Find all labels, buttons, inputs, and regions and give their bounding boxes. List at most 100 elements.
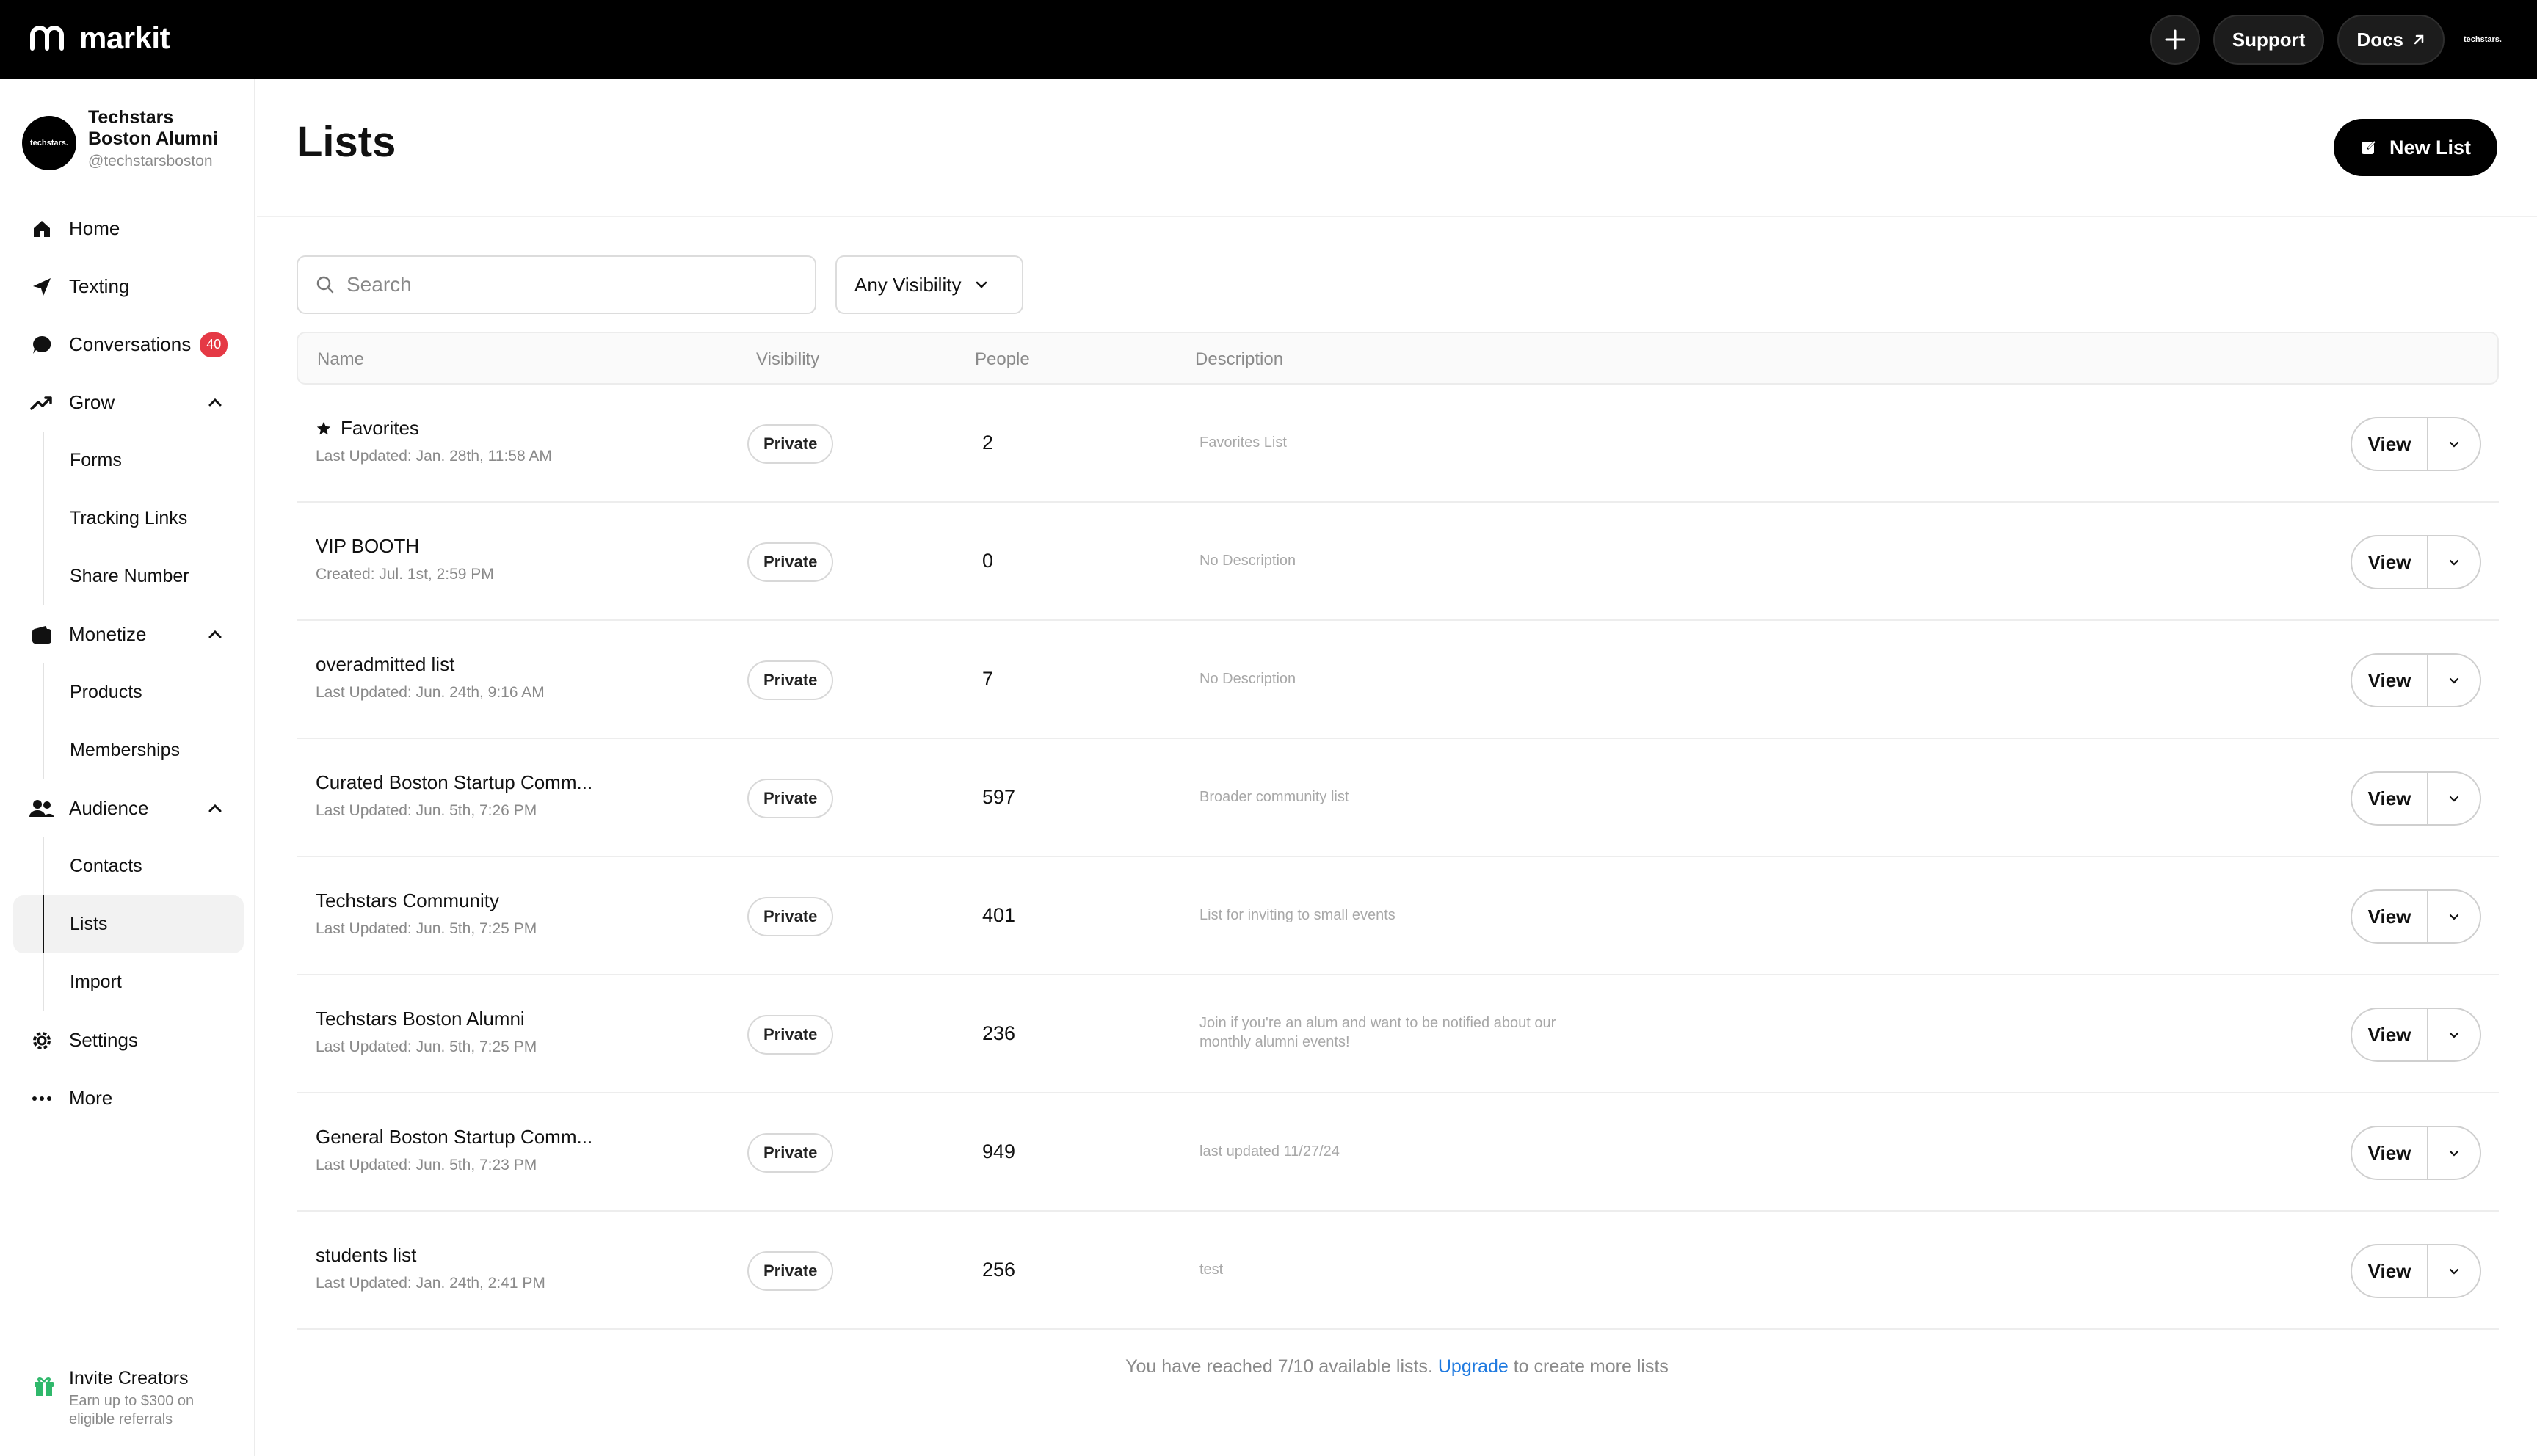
invite-subtitle: Earn up to $300 on eligible referrals <box>69 1393 195 1427</box>
invite-creators[interactable]: Invite Creators Earn up to $300 on eligi… <box>32 1368 231 1429</box>
sidebar-item-grow[interactable]: Grow <box>13 374 244 432</box>
people-count: 7 <box>982 668 994 690</box>
list-name[interactable]: Techstars Community <box>316 889 499 912</box>
table-row[interactable]: Techstars Community Last Updated: Jun. 5t… <box>297 857 2499 975</box>
list-name[interactable]: Curated Boston Startup Comm... <box>316 771 592 794</box>
table-row[interactable]: Favorites Last Updated: Jan. 28th, 11:58 … <box>297 385 2499 503</box>
search-icon <box>316 276 334 294</box>
people-count: 0 <box>982 550 994 572</box>
visibility-badge: Private <box>747 1251 834 1291</box>
list-name[interactable]: General Boston Startup Comm... <box>316 1126 592 1149</box>
upgrade-link[interactable]: Upgrade <box>1438 1356 1509 1377</box>
new-list-button[interactable]: New List <box>2333 119 2497 176</box>
account-avatar: techstars. <box>22 116 76 170</box>
sidebar-item-conversations[interactable]: Conversations 40 <box>13 316 244 374</box>
external-link-icon <box>2414 34 2424 45</box>
visibility-filter-dropdown[interactable]: Any Visibility <box>835 255 1023 314</box>
sidebar-item-label: Tracking Links <box>70 508 188 528</box>
people-icon <box>29 796 54 821</box>
gift-icon <box>35 1377 54 1396</box>
sidebar-item-audience[interactable]: Audience <box>13 779 244 837</box>
table-row[interactable]: Curated Boston Startup Comm... Last Updat… <box>297 739 2499 857</box>
markit-logo[interactable]: markit <box>28 21 170 56</box>
row-menu-button[interactable] <box>2428 418 2480 470</box>
list-name[interactable]: overadmitted list <box>316 653 454 676</box>
sidebar-item-memberships[interactable]: Memberships <box>13 721 244 779</box>
view-button[interactable]: View <box>2352 1127 2428 1179</box>
sidebar-item-lists[interactable]: Lists <box>13 895 244 953</box>
list-name[interactable]: Favorites <box>316 417 419 440</box>
view-button[interactable]: View <box>2352 536 2428 588</box>
search-input[interactable] <box>346 273 787 296</box>
visibility-filter-label: Any Visibility <box>854 273 962 296</box>
user-avatar-text: techstars. <box>2464 35 2502 44</box>
sidebar-item-label: Products <box>70 682 142 702</box>
chevron-down-icon <box>2449 914 2459 920</box>
sidebar-item-contacts[interactable]: Contacts <box>13 837 244 895</box>
list-updated: Last Updated: Jun. 5th, 7:25 PM <box>316 920 537 937</box>
table-row[interactable]: students list Last Updated: Jan. 24th, 2:… <box>297 1212 2499 1330</box>
sidebar-item-label: Contacts <box>70 856 142 876</box>
people-count: 2 <box>982 432 994 454</box>
row-menu-button[interactable] <box>2428 773 2480 824</box>
list-name[interactable]: students list <box>316 1244 416 1267</box>
search-field[interactable] <box>297 255 816 314</box>
user-avatar[interactable]: techstars. <box>2458 15 2508 65</box>
list-limit-note: You have reached 7/10 available lists. U… <box>257 1356 2537 1377</box>
docs-button[interactable]: Docs <box>2337 15 2445 65</box>
app-name: markit <box>79 21 170 55</box>
table-row[interactable]: General Boston Startup Comm... Last Updat… <box>297 1093 2499 1212</box>
account-name: Techstars Boston Alumni <box>88 107 218 149</box>
view-button[interactable]: View <box>2352 1009 2428 1060</box>
table-row[interactable]: Techstars Boston Alumni Last Updated: Jun… <box>297 975 2499 1093</box>
chevron-up-icon[interactable] <box>206 393 225 412</box>
view-button[interactable]: View <box>2352 418 2428 470</box>
sidebar-item-monetize[interactable]: Monetize <box>13 605 244 663</box>
row-menu-button[interactable] <box>2428 536 2480 588</box>
sidebar-item-forms[interactable]: Forms <box>13 432 244 489</box>
view-button[interactable]: View <box>2352 1245 2428 1297</box>
view-button[interactable]: View <box>2352 773 2428 824</box>
sidebar-item-settings[interactable]: Settings <box>13 1011 244 1069</box>
list-limit-suffix: to create more lists <box>1508 1356 1669 1377</box>
chevron-down-icon <box>2449 1032 2459 1038</box>
sidebar-item-home[interactable]: Home <box>13 200 244 258</box>
account-switcher[interactable]: techstars. Techstars Boston Alumni @tech… <box>22 107 235 170</box>
row-menu-button[interactable] <box>2428 1245 2480 1297</box>
sidebar-item-label: Monetize <box>69 623 147 645</box>
list-name[interactable]: VIP BOOTH <box>316 535 419 558</box>
view-button[interactable]: View <box>2352 891 2428 942</box>
sidebar-item-tracking-links[interactable]: Tracking Links <box>13 489 244 547</box>
sidebar-item-import[interactable]: Import <box>13 953 244 1011</box>
row-menu-button[interactable] <box>2428 655 2480 706</box>
list-updated: Last Updated: Jun. 5th, 7:25 PM <box>316 1038 537 1055</box>
list-name[interactable]: Techstars Boston Alumni <box>316 1008 525 1030</box>
row-menu-button[interactable] <box>2428 891 2480 942</box>
sidebar: techstars. Techstars Boston Alumni @tech… <box>0 79 255 1456</box>
list-name-text: General Boston Startup Comm... <box>316 1126 593 1148</box>
table-body: Favorites Last Updated: Jan. 28th, 11:58 … <box>297 385 2499 1330</box>
row-menu-button[interactable] <box>2428 1127 2480 1179</box>
create-button[interactable] <box>2149 15 2200 65</box>
row-menu-button[interactable] <box>2428 1009 2480 1060</box>
top-bar: markit Support Docs techstars. <box>0 0 2537 79</box>
visibility-badge: Private <box>747 542 834 582</box>
list-description: Broader community list <box>1199 789 1349 805</box>
sidebar-item-share-number[interactable]: Share Number <box>13 547 244 605</box>
chevron-up-icon[interactable] <box>206 625 225 644</box>
docs-label: Docs <box>2356 28 2403 51</box>
table-row[interactable]: VIP BOOTH Created: Jul. 1st, 2:59 PM Priva… <box>297 503 2499 621</box>
sidebar-item-products[interactable]: Products <box>13 663 244 721</box>
home-icon <box>29 216 54 241</box>
page-header: Lists New List <box>257 79 2537 217</box>
sidebar-item-more[interactable]: More <box>13 1069 244 1127</box>
sidebar-item-label: More <box>69 1087 113 1109</box>
star-icon <box>316 421 331 434</box>
chevron-up-icon[interactable] <box>206 798 225 818</box>
table-row[interactable]: overadmitted list Last Updated: Jun. 24th… <box>297 621 2499 739</box>
support-button[interactable]: Support <box>2213 15 2325 65</box>
row-actions: View <box>2351 771 2481 826</box>
sidebar-item-texting[interactable]: Texting <box>13 258 244 316</box>
column-header-description: Description <box>1195 349 1284 369</box>
view-button[interactable]: View <box>2352 655 2428 706</box>
